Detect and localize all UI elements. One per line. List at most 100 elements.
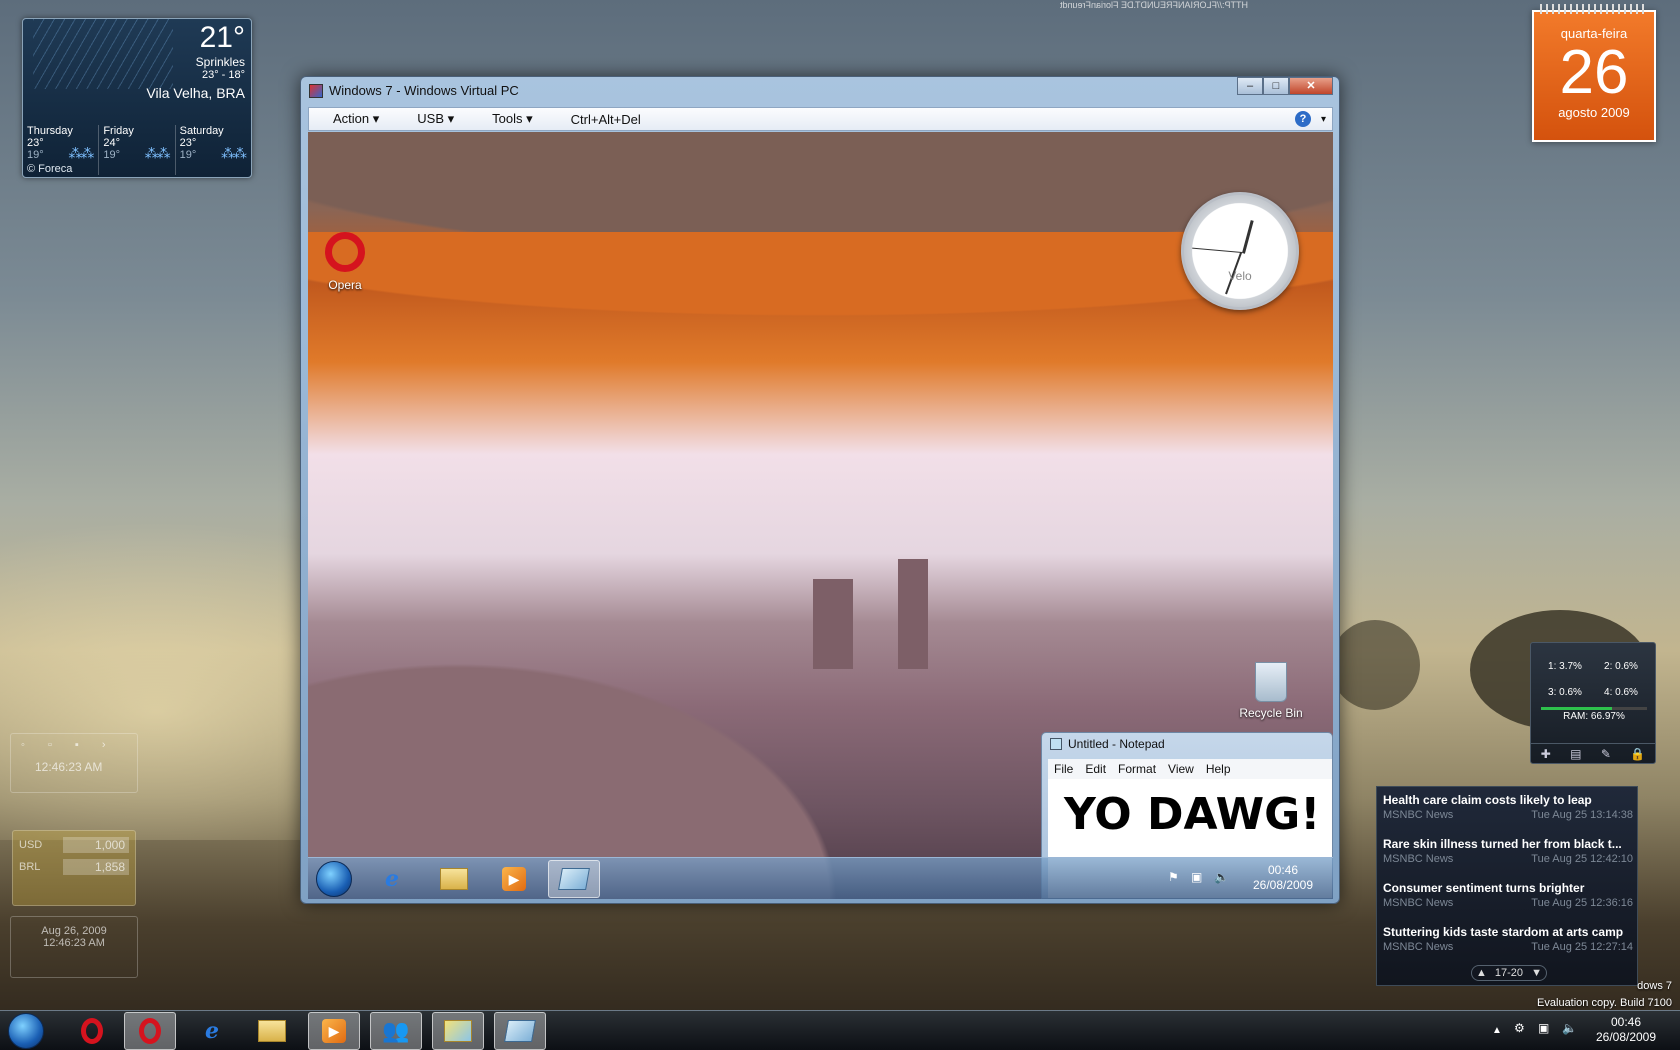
- taskbar-windows-live[interactable]: [432, 1012, 484, 1050]
- notepad-menu-file[interactable]: File: [1048, 762, 1079, 776]
- rain-icon: ⁂⁂: [68, 145, 94, 161]
- currency-gadget[interactable]: USD 1,000 BRL 1,858: [12, 830, 136, 906]
- desktop-icon-label: Opera: [328, 278, 362, 292]
- cpu-meter-gadget[interactable]: 1: 3.7% 2: 0.6% 3: 0.6% 4: 0.6% RAM: 66.…: [1530, 642, 1656, 764]
- news-headline[interactable]: Stuttering kids taste stardom at arts ca…: [1383, 925, 1633, 939]
- taskbar-notepad[interactable]: [548, 860, 600, 898]
- desktop-icon-recycle-bin[interactable]: Recycle Bin: [1236, 662, 1306, 720]
- notepad-menu-view[interactable]: View: [1162, 762, 1200, 776]
- recycle-bin-icon: [1255, 662, 1287, 702]
- network-icon[interactable]: ▣: [1538, 1021, 1549, 1036]
- taskbar-explorer[interactable]: [246, 1012, 298, 1050]
- news-source: MSNBC News: [1383, 897, 1454, 909]
- virtual-pc-app-icon: [309, 83, 323, 98]
- currency-to-value[interactable]: 1,858: [63, 859, 129, 875]
- news-item[interactable]: Rare skin illness turned her from black …: [1383, 837, 1633, 877]
- news-pager: ▲ 17-20 ▼: [1471, 965, 1547, 981]
- live-icon: [444, 1020, 472, 1042]
- calendar-gadget[interactable]: quarta-feira 26 agosto 2009: [1532, 4, 1656, 142]
- taskbar-explorer[interactable]: [428, 860, 480, 898]
- guest-tray-clock[interactable]: 00:46 26/08/2009: [1243, 863, 1323, 893]
- wallpaper-rocks: [308, 479, 1058, 899]
- maximize-button[interactable]: □: [1263, 77, 1289, 95]
- add-icon[interactable]: ✚: [1541, 747, 1551, 761]
- news-headline[interactable]: Consumer sentiment turns brighter: [1383, 881, 1633, 895]
- help-dropdown-icon[interactable]: ▾: [1321, 114, 1326, 125]
- guest-time: 00:46: [1267, 863, 1299, 877]
- help-icon[interactable]: ?: [1294, 111, 1311, 127]
- news-headline[interactable]: Health care claim costs likely to leap: [1383, 793, 1633, 807]
- desktop-icon-opera[interactable]: Opera: [320, 232, 370, 292]
- news-source: MSNBC News: [1383, 941, 1454, 953]
- volume-icon[interactable]: 🔈: [1214, 870, 1229, 885]
- calendar-month-year: agosto 2009: [1558, 105, 1630, 120]
- virtual-pc-window[interactable]: Windows 7 - Windows Virtual PC – □ ✕ Act…: [300, 76, 1340, 904]
- network-icon[interactable]: ▣: [1191, 870, 1202, 885]
- notepad-content: YO DAWG!: [1064, 789, 1321, 840]
- news-item[interactable]: Consumer sentiment turns brighter MSNBC …: [1383, 881, 1633, 921]
- start-button[interactable]: [316, 861, 352, 897]
- currency-from-code[interactable]: USD: [19, 839, 63, 851]
- notepad-menu-format[interactable]: Format: [1112, 762, 1162, 776]
- taskbar-opera[interactable]: [66, 1012, 118, 1050]
- notepad-title-bar[interactable]: Untitled - Notepad: [1050, 737, 1165, 751]
- forecast-day: Friday 24° 19° ⁂⁂: [99, 125, 176, 175]
- host-tray-clock[interactable]: 00:46 26/08/2009: [1588, 1015, 1664, 1045]
- clock-gadget[interactable]: Velo: [1181, 192, 1299, 310]
- menu-action[interactable]: Action ▾: [309, 111, 393, 127]
- cpu-meter-toolbar: ✚ ▤ ✎ 🔒: [1531, 743, 1655, 763]
- faded-time: 12:46:23 AM: [43, 937, 105, 949]
- news-item[interactable]: Stuttering kids taste stardom at arts ca…: [1383, 925, 1633, 965]
- host-date: 26/08/2009: [1595, 1030, 1657, 1044]
- show-hidden-icons[interactable]: ▲: [1492, 1023, 1502, 1038]
- taskbar-messenger[interactable]: 👥: [370, 1012, 422, 1050]
- cpu-core-3: 3: 0.6%: [1548, 687, 1582, 698]
- action-center-flag-icon[interactable]: ⚑: [1168, 870, 1179, 885]
- graph-icon[interactable]: ▤: [1570, 747, 1581, 761]
- menu-ctrl-alt-del[interactable]: Ctrl+Alt+Del: [547, 112, 655, 127]
- start-button[interactable]: [8, 1013, 44, 1049]
- news-source: MSNBC News: [1383, 853, 1454, 865]
- lock-icon[interactable]: 🔒: [1630, 747, 1645, 761]
- taskbar-virtual-pc[interactable]: [494, 1012, 546, 1050]
- news-headline[interactable]: Rare skin illness turned her from black …: [1383, 837, 1633, 851]
- menu-tools[interactable]: Tools ▾: [468, 111, 547, 127]
- folder-icon: [258, 1020, 286, 1042]
- forecast-day-name: Saturday: [179, 125, 224, 137]
- top-watermark: HTTP://FLORIANFREUNDT.DE FlorianFreundt: [1060, 0, 1249, 10]
- taskbar-internet-explorer[interactable]: e: [366, 860, 418, 898]
- rain-streaks: [33, 19, 173, 89]
- currency-to-code[interactable]: BRL: [19, 861, 63, 873]
- faded-date-gadget[interactable]: Aug 26, 2009 12:46:23 AM: [10, 916, 138, 978]
- rain-icon: ⁂⁂: [220, 145, 247, 161]
- media-player-icon: ▶: [502, 867, 526, 891]
- steam-icon[interactable]: ⚙: [1514, 1021, 1525, 1036]
- taskbar-opera-active[interactable]: [124, 1012, 176, 1050]
- currency-from-value[interactable]: 1,000: [63, 837, 129, 853]
- minimize-button[interactable]: –: [1237, 77, 1263, 95]
- settings-icon[interactable]: ✎: [1601, 747, 1611, 761]
- weather-gadget[interactable]: 21° Sprinkles 23° - 18° Vila Velha, BRA …: [22, 18, 252, 178]
- weather-credit[interactable]: © Foreca: [27, 163, 72, 175]
- notepad-title: Untitled - Notepad: [1068, 737, 1165, 751]
- volume-icon[interactable]: 🔈: [1562, 1021, 1577, 1036]
- clock-label: Velo: [1228, 269, 1252, 283]
- previous-page-icon[interactable]: ▲: [1476, 967, 1487, 979]
- notepad-menu-edit[interactable]: Edit: [1079, 762, 1112, 776]
- window-title-bar[interactable]: Windows 7 - Windows Virtual PC: [309, 83, 519, 98]
- taskbar-internet-explorer[interactable]: e: [186, 1012, 238, 1050]
- news-gadget[interactable]: Health care claim costs likely to leap M…: [1376, 786, 1638, 986]
- calendar-day-number: 26: [1559, 38, 1629, 107]
- menu-usb[interactable]: USB ▾: [393, 111, 468, 127]
- notepad-menu-help[interactable]: Help: [1200, 762, 1237, 776]
- news-item[interactable]: Health care claim costs likely to leap M…: [1383, 793, 1633, 833]
- close-button[interactable]: ✕: [1289, 77, 1333, 95]
- news-date: Tue Aug 25 12:36:16: [1531, 897, 1633, 909]
- menu-label: Ctrl+Alt+Del: [570, 111, 641, 127]
- taskbar-media-player[interactable]: ▶: [488, 860, 540, 898]
- notepad-menu-bar: File Edit Format View Help: [1048, 759, 1332, 779]
- taskbar-media-player[interactable]: ▶: [308, 1012, 360, 1050]
- guest-desktop[interactable]: Opera Velo Recycle Bin Untitled - Notepa…: [308, 132, 1333, 899]
- cpu-core-2: 2: 0.6%: [1604, 661, 1638, 672]
- faded-clock-gadget[interactable]: ◦ ▫ ▪ › 12:46:23 AM: [10, 733, 138, 793]
